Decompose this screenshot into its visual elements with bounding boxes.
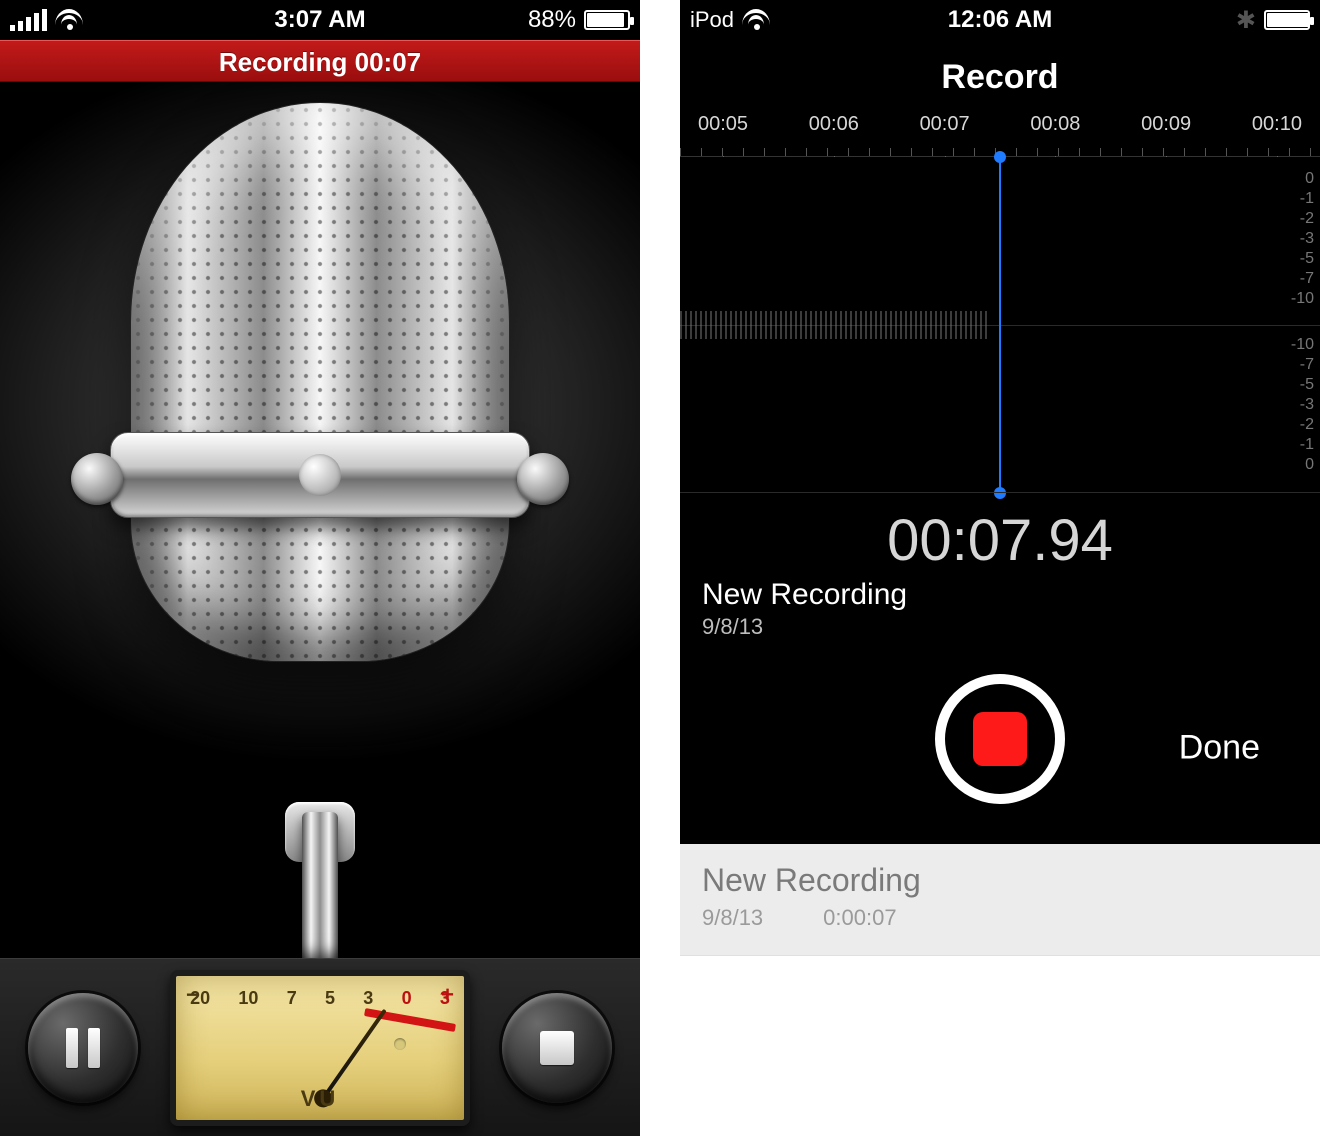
ruler-tick: 00:05 [698,113,748,156]
record-controls: Done [680,664,1320,844]
list-item-duration: 0:00:07 [823,905,896,931]
battery-icon [1264,10,1310,30]
waveform-trace-icon [680,311,987,339]
battery-icon [584,10,630,30]
list-item[interactable]: New Recording 9/8/13 0:00:07 [680,844,1320,956]
playhead-icon[interactable] [999,157,1001,493]
ios7-voice-memo-screen: iPod 12:06 AM ✱ Record 00:05 00:06 00:07… [680,0,1320,1136]
vu-label: VU [176,1086,464,1112]
control-bar: − + 20 10 7 5 3 0 3 VU [0,958,640,1136]
db-scale-lower: -10-7-5 -3-2-1 0 [1291,335,1314,475]
ruler-tick: 00:06 [809,113,859,156]
recording-name[interactable]: New Recording [680,576,1320,614]
vu-tick: 3 [440,988,450,1009]
ruler-tick: 00:09 [1141,113,1191,156]
vu-peak-dot-icon [394,1038,406,1050]
microphone-band-icon [110,432,530,518]
ruler-tick: 00:10 [1252,113,1302,156]
list-item-name: New Recording [702,862,1298,899]
status-time: 12:06 AM [680,6,1320,34]
pause-button[interactable] [28,993,138,1103]
elapsed-time: 00:07.94 [680,493,1320,576]
microphone-graphic [0,82,640,982]
vu-tick: 3 [363,988,373,1009]
recordings-list[interactable]: New Recording 9/8/13 0:00:07 [680,844,1320,1136]
stop-icon [973,712,1027,766]
pause-icon [66,1028,100,1068]
vu-tick: 0 [402,988,412,1009]
list-item-date: 9/8/13 [702,905,763,931]
vu-tick: 10 [238,988,258,1009]
db-scale-upper: 0-1-2 -3-5-7 -10 [1291,169,1314,309]
status-time: 3:07 AM [0,6,640,34]
vu-meter: − + 20 10 7 5 3 0 3 VU [170,970,470,1126]
stop-record-button[interactable] [935,674,1065,804]
microphone-logo-icon [299,454,341,496]
recording-date: 9/8/13 [680,614,1320,664]
done-button[interactable]: Done [1179,729,1260,768]
ios6-voice-memo-screen: 3:07 AM 88% Recording 00:07 − + [0,0,640,1136]
ruler-tick: 00:07 [920,113,970,156]
stop-button[interactable] [502,993,612,1103]
stop-icon [540,1031,574,1065]
vu-tick: 5 [325,988,335,1009]
waveform-area[interactable]: 0-1-2 -3-5-7 -10 -10-7-5 -3-2-1 0 [680,157,1320,493]
vu-tick: 7 [287,988,297,1009]
recording-banner: Recording 00:07 [0,40,640,82]
page-title: Record [680,40,1320,113]
status-bar: iPod 12:06 AM ✱ [680,0,1320,40]
vu-tick: 20 [190,988,210,1009]
status-bar: 3:07 AM 88% [0,0,640,40]
ruler-tick: 00:08 [1030,113,1080,156]
